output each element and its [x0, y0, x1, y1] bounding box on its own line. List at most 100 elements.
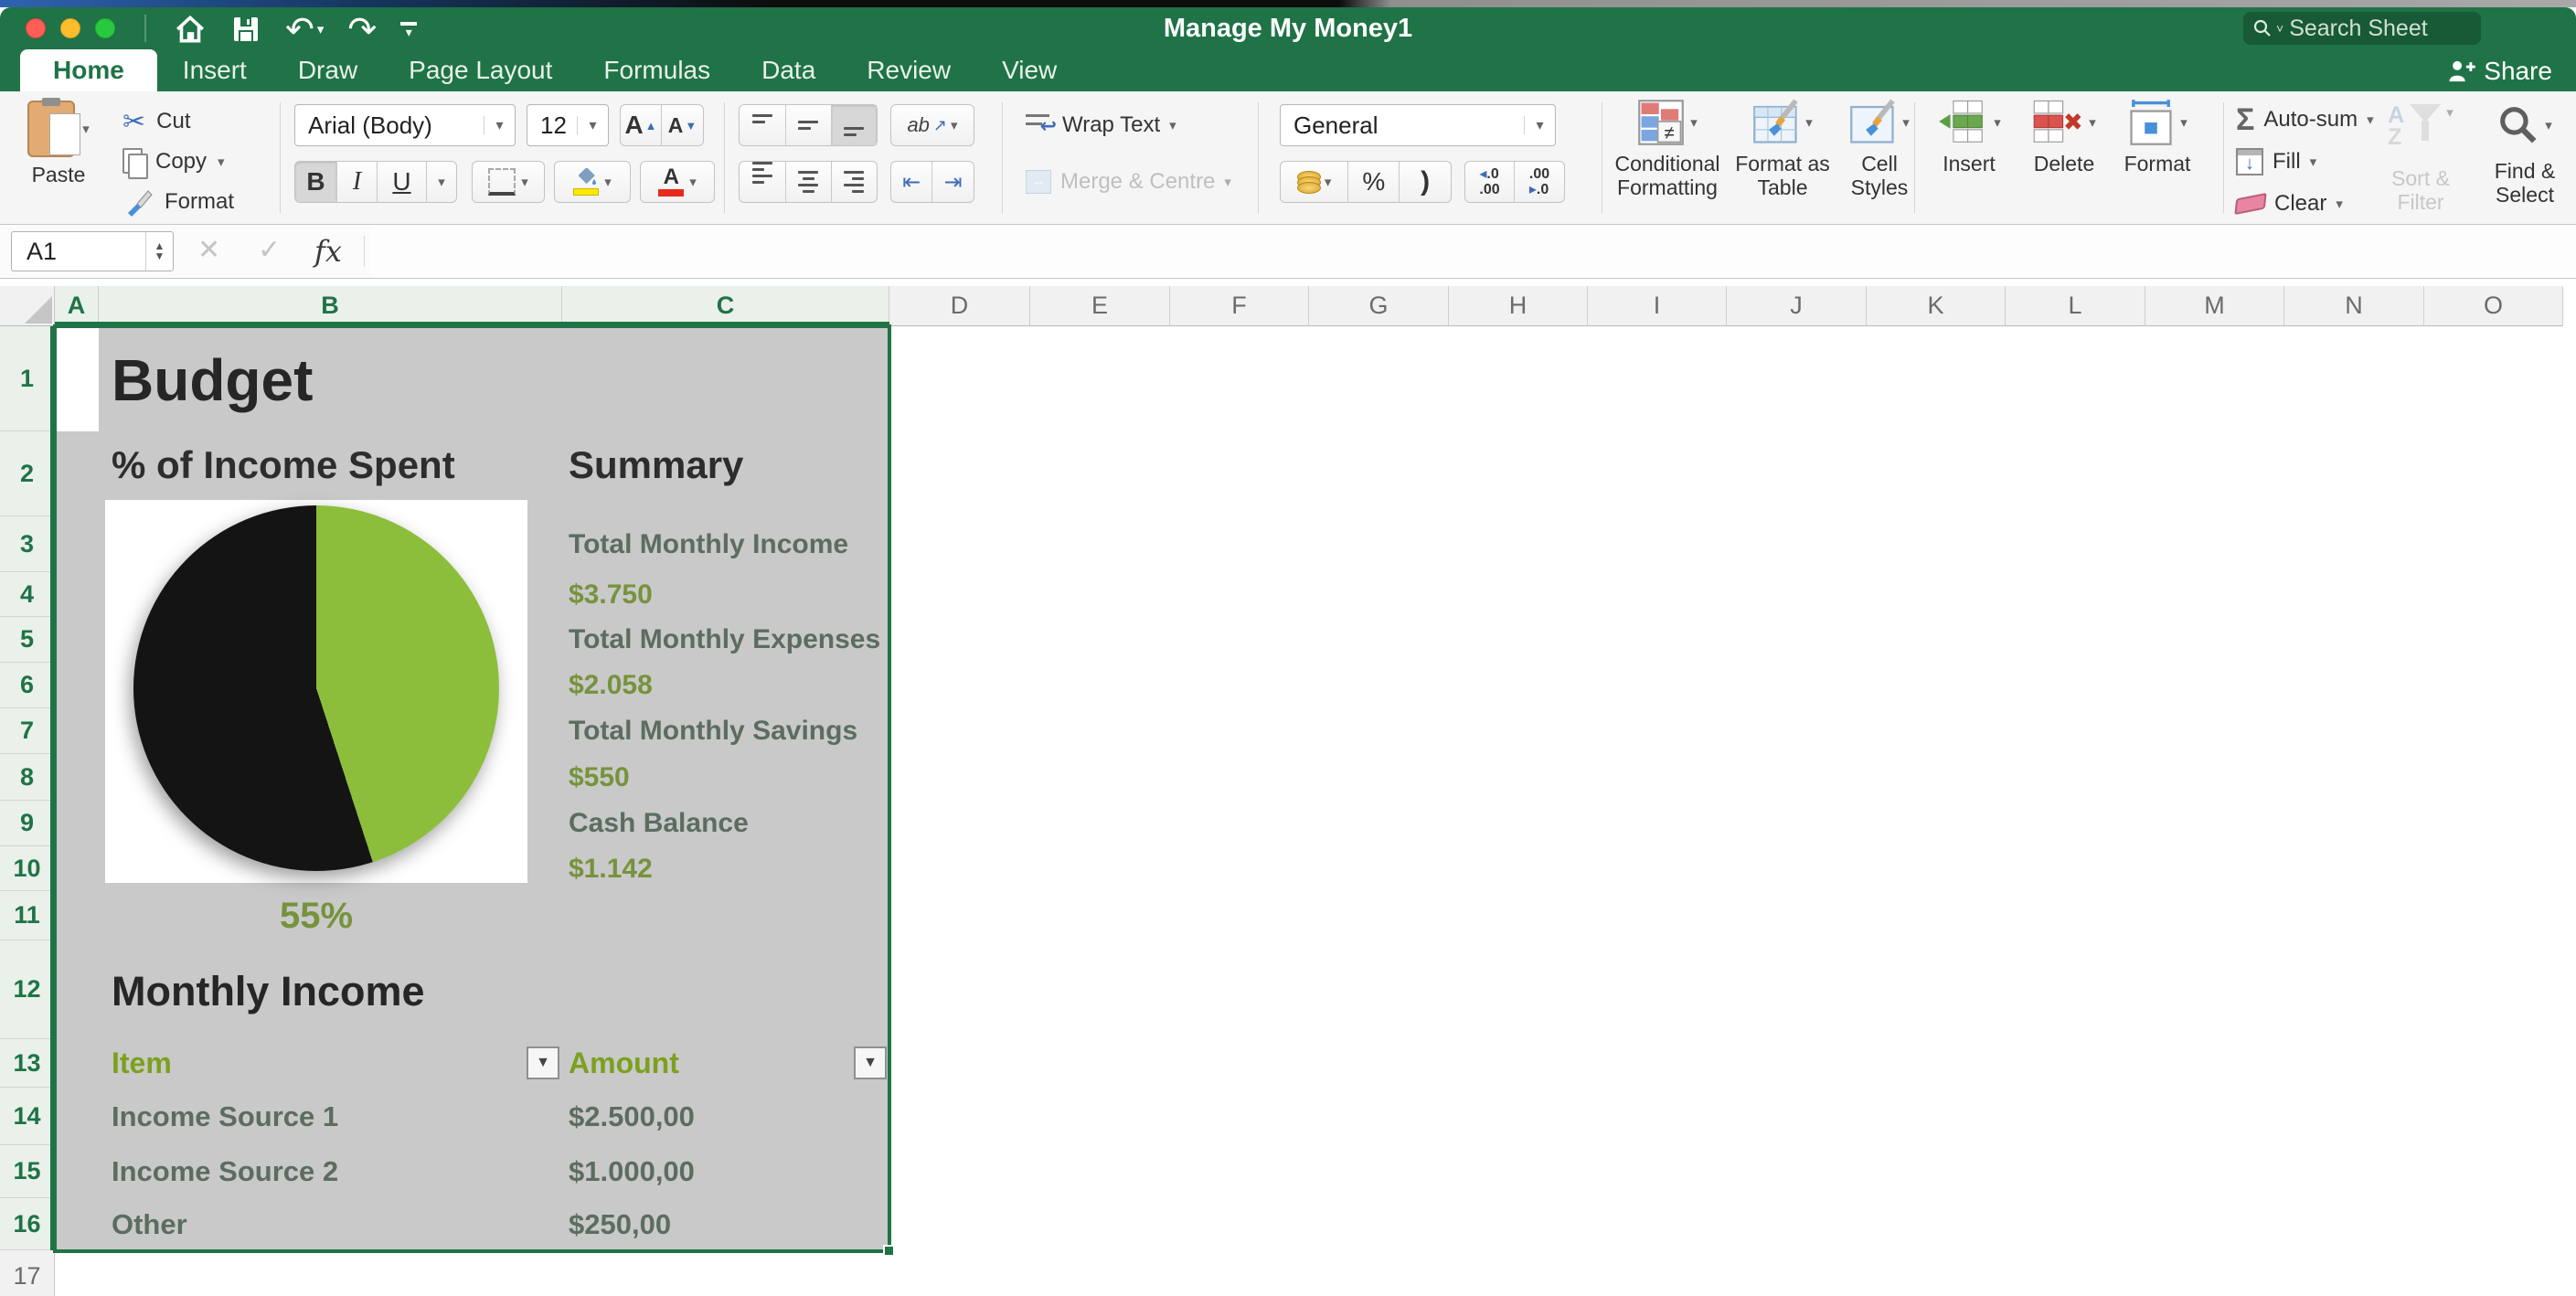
tab-insert[interactable]: Insert: [157, 49, 272, 91]
font-family-select[interactable]: Arial (Body)▾: [294, 104, 516, 146]
column-header-i[interactable]: I: [1588, 286, 1727, 326]
fill-button[interactable]: ↓ Fill: [2236, 144, 2382, 179]
format-as-table-button[interactable]: Format as Table: [1733, 99, 1832, 199]
column-header-o[interactable]: O: [2424, 286, 2563, 326]
enter-icon[interactable]: ✓: [258, 234, 281, 266]
comma-style-button[interactable]: ): [1400, 162, 1451, 202]
borders-icon: [488, 168, 516, 196]
paste-dropdown-icon[interactable]: [82, 121, 90, 138]
font-size-select[interactable]: 12▾: [527, 104, 609, 146]
paste-button[interactable]: Paste: [15, 101, 102, 186]
copy-button[interactable]: Copy: [122, 144, 296, 179]
borders-button[interactable]: [472, 161, 545, 203]
decrease-indent-button[interactable]: ⇤: [891, 162, 932, 202]
column-header-e[interactable]: E: [1030, 286, 1170, 326]
align-left-button[interactable]: [740, 162, 786, 202]
fill-color-button[interactable]: [554, 161, 631, 203]
insert-function-icon[interactable]: fx: [314, 234, 342, 269]
row-header-8[interactable]: 8: [0, 754, 55, 801]
align-right-button[interactable]: [832, 162, 878, 202]
row-header-15[interactable]: 15: [0, 1145, 55, 1198]
row-header-2[interactable]: 2: [0, 431, 55, 516]
share-button[interactable]: Share: [2447, 57, 2552, 86]
decrease-decimal-button[interactable]: .00▸.0: [1515, 162, 1564, 202]
column-header-f[interactable]: F: [1170, 286, 1309, 326]
fill-handle[interactable]: [883, 1245, 895, 1257]
column-header-m[interactable]: M: [2145, 286, 2284, 326]
row-header-1[interactable]: 1: [0, 326, 55, 431]
tab-data[interactable]: Data: [736, 49, 841, 91]
underline-button[interactable]: U: [378, 162, 427, 202]
tab-home[interactable]: Home: [20, 49, 157, 91]
row-header-17[interactable]: 17: [0, 1250, 55, 1296]
currency-button[interactable]: [1281, 162, 1348, 202]
align-bottom-button[interactable]: [832, 105, 878, 145]
format-painter-button[interactable]: Format: [122, 185, 296, 219]
row-header-12[interactable]: 12: [0, 940, 55, 1039]
copy-dropdown-icon[interactable]: [218, 154, 225, 171]
format-cells-button[interactable]: Format: [2115, 99, 2199, 175]
bold-button[interactable]: B: [295, 162, 337, 202]
row-header-6[interactable]: 6: [0, 663, 55, 708]
cell-styles-button[interactable]: Cell Styles: [1837, 99, 1921, 199]
align-top-button[interactable]: [740, 105, 786, 145]
tab-review[interactable]: Review: [841, 49, 976, 91]
underline-dropdown-icon[interactable]: [427, 162, 456, 202]
align-middle-button[interactable]: [786, 105, 832, 145]
item-filter-button[interactable]: [527, 1046, 559, 1079]
sheet-grid[interactable]: ABCDEFGHIJKLMNO 123456789101112131415161…: [0, 286, 2576, 1296]
tab-draw[interactable]: Draw: [272, 49, 383, 91]
increase-indent-button[interactable]: ⇥: [932, 162, 974, 202]
name-box[interactable]: A1 ▲▼: [11, 231, 174, 271]
row-header-3[interactable]: 3: [0, 516, 55, 572]
sort-filter-button[interactable]: AZ Sort & Filter: [2373, 104, 2468, 214]
cut-button[interactable]: ✂ Cut: [122, 104, 278, 139]
column-header-l[interactable]: L: [2006, 286, 2145, 326]
column-header-d[interactable]: D: [889, 286, 1030, 326]
row-header-5[interactable]: 5: [0, 617, 55, 663]
tab-view[interactable]: View: [976, 49, 1082, 91]
orientation-button[interactable]: ab ↗: [890, 104, 974, 146]
select-all-corner[interactable]: [0, 286, 55, 326]
row-header-9[interactable]: 9: [0, 801, 55, 846]
column-header-a[interactable]: A: [55, 286, 99, 326]
search-scope-chevron-icon[interactable]: ˅: [2276, 21, 2283, 36]
font-color-button[interactable]: A: [640, 161, 715, 203]
column-header-j[interactable]: J: [1727, 286, 1867, 326]
row-header-14[interactable]: 14: [0, 1088, 55, 1145]
column-header-g[interactable]: G: [1309, 286, 1449, 326]
amount-filter-button[interactable]: [854, 1046, 887, 1079]
formula-input[interactable]: [369, 225, 2576, 278]
row-header-4[interactable]: 4: [0, 572, 55, 617]
tab-formulas[interactable]: Formulas: [578, 49, 736, 91]
wrap-text-button[interactable]: ↩ Wrap Text: [1026, 104, 1245, 146]
decrease-font-button[interactable]: A▼: [662, 105, 703, 145]
active-cell-a1[interactable]: [55, 326, 99, 431]
find-select-button[interactable]: Find & Select: [2479, 104, 2571, 207]
column-header-c[interactable]: C: [562, 286, 889, 326]
cancel-icon[interactable]: ✕: [197, 234, 220, 266]
search-input[interactable]: ˅ Search Sheet: [2243, 12, 2481, 45]
row-header-16[interactable]: 16: [0, 1198, 55, 1250]
row-header-13[interactable]: 13: [0, 1039, 55, 1088]
name-box-stepper[interactable]: ▲▼: [145, 232, 173, 271]
insert-cells-button[interactable]: Insert: [1925, 99, 2013, 175]
conditional-formatting-button[interactable]: ≠ Conditional Formatting: [1605, 99, 1730, 199]
percent-style-button[interactable]: %: [1348, 162, 1400, 202]
increase-decimal-button[interactable]: ◂.0.00: [1465, 162, 1515, 202]
pie-chart-frame[interactable]: [105, 500, 527, 883]
column-header-h[interactable]: H: [1449, 286, 1588, 326]
column-header-k[interactable]: K: [1867, 286, 2006, 326]
column-header-n[interactable]: N: [2284, 286, 2424, 326]
delete-cells-button[interactable]: Delete: [2022, 99, 2106, 175]
column-header-b[interactable]: B: [99, 286, 562, 326]
row-header-11[interactable]: 11: [0, 891, 55, 940]
merge-centre-button[interactable]: ↔ Merge & Centre: [1026, 161, 1263, 203]
row-header-7[interactable]: 7: [0, 708, 55, 754]
italic-button[interactable]: I: [337, 162, 378, 202]
tab-page-layout[interactable]: Page Layout: [383, 49, 578, 91]
number-format-select[interactable]: General▾: [1280, 104, 1556, 146]
increase-font-button[interactable]: A▲: [621, 105, 662, 145]
align-center-button[interactable]: [786, 162, 832, 202]
row-header-10[interactable]: 10: [0, 846, 55, 891]
